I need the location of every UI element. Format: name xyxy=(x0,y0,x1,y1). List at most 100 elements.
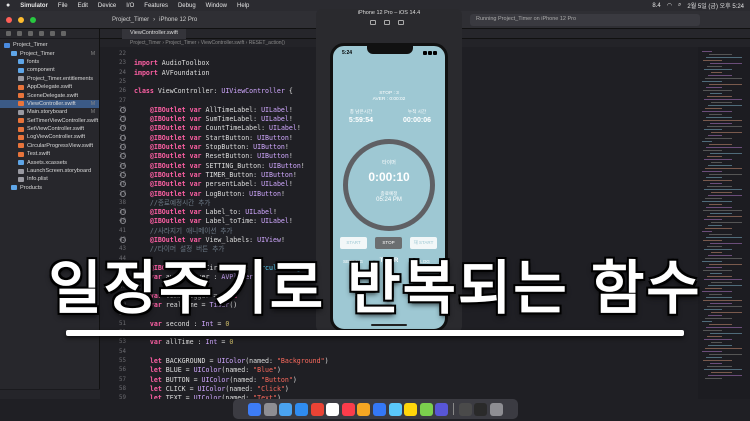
symbol-icon[interactable] xyxy=(28,31,33,36)
menu-window[interactable]: Window xyxy=(206,3,227,9)
navigator-item[interactable]: ViewController.swift M xyxy=(0,99,99,109)
minimap-line xyxy=(704,339,732,340)
outlet-connection-icon[interactable] xyxy=(120,106,126,113)
navigator-item[interactable]: AppDelegate.swift xyxy=(0,83,99,91)
apple-icon[interactable]: ● xyxy=(6,2,10,9)
minimap-line xyxy=(711,222,742,223)
minimap-line xyxy=(706,177,722,178)
code-line[interactable]: class ViewController: UIViewController { xyxy=(134,86,293,96)
search-icon[interactable] xyxy=(39,31,44,36)
minimap-line xyxy=(705,168,742,169)
minimap-line xyxy=(702,231,712,232)
dock-app-icon[interactable] xyxy=(248,402,262,416)
title-underline xyxy=(66,330,684,336)
battery-level[interactable]: 8.4 xyxy=(652,3,660,9)
search-icon[interactable]: ⌕ xyxy=(678,2,681,9)
navigator-item[interactable]: LaunchScreen.storyboard xyxy=(0,167,99,175)
menu-help[interactable]: Help xyxy=(237,3,249,9)
dock-app-icon[interactable] xyxy=(388,402,402,416)
menu-app-name[interactable]: Simulator xyxy=(20,3,48,9)
menu-debug[interactable]: Debug xyxy=(178,3,196,9)
menu-edit[interactable]: Edit xyxy=(78,3,88,9)
warning-icon[interactable] xyxy=(50,31,55,36)
navigator-item[interactable]: fonts xyxy=(0,58,99,66)
minimap-line xyxy=(709,144,732,145)
test-icon[interactable] xyxy=(61,31,66,36)
dock-app-icon[interactable] xyxy=(341,402,355,416)
dock-app-icon[interactable] xyxy=(295,402,309,416)
minimap-line xyxy=(708,225,722,226)
folder-icon[interactable] xyxy=(6,31,11,36)
navigator-item[interactable]: Main.storyboard M xyxy=(0,108,99,116)
minimap-line xyxy=(710,63,742,64)
minimize-window-button[interactable] xyxy=(18,16,24,23)
minimap-line xyxy=(707,126,742,127)
dock-app-icon[interactable] xyxy=(404,402,418,416)
navigator-item[interactable]: Assets.xcassets xyxy=(0,158,99,166)
dock-app-icon[interactable] xyxy=(357,402,371,416)
minimap-line xyxy=(708,375,742,376)
menu-device[interactable]: Device xyxy=(98,3,116,9)
minimap-line xyxy=(708,345,732,346)
outlet-connection-icon[interactable] xyxy=(120,162,126,169)
navigator-filter[interactable] xyxy=(0,389,100,399)
outlet-connection-icon[interactable] xyxy=(120,190,126,197)
simulator-controls xyxy=(370,20,404,25)
average-time: AVER : 0:00:02 xyxy=(372,97,406,102)
scheme-selector[interactable]: Project_Timer › iPhone 12 Pro xyxy=(112,17,197,23)
menu-io[interactable]: I/O xyxy=(126,3,134,9)
outlet-connection-icon[interactable] xyxy=(120,144,126,150)
outlet-connection-icon[interactable] xyxy=(120,171,126,178)
dock-app-icon[interactable] xyxy=(489,402,503,416)
minimap-line xyxy=(703,90,732,91)
navigator-item[interactable]: Project_Timer xyxy=(0,41,99,49)
navigator-item[interactable]: Project_Timer M xyxy=(0,49,99,57)
dock-app-icon[interactable] xyxy=(373,402,386,416)
minimap-line xyxy=(711,132,742,133)
minimap-line xyxy=(709,354,742,355)
navigator-item[interactable]: Products xyxy=(0,184,99,192)
navigator-item[interactable]: LogViewController.swift xyxy=(0,133,99,141)
file-icon xyxy=(18,176,24,182)
minimap-line xyxy=(709,54,732,55)
close-window-button[interactable] xyxy=(6,16,12,23)
navigator-item[interactable]: SceneDelegate.swift xyxy=(0,91,99,99)
dock-app-icon[interactable] xyxy=(458,402,472,416)
scheme-device: iPhone 12 Pro xyxy=(159,16,198,23)
source-control-icon[interactable] xyxy=(17,31,22,36)
navigator-item[interactable]: Project_Timer.entitlements xyxy=(0,75,99,83)
code-line[interactable]: import AVFoundation xyxy=(134,68,209,78)
minimap-line xyxy=(703,210,742,211)
folder-icon xyxy=(11,185,17,191)
dock-app-icon[interactable] xyxy=(419,402,433,416)
dock-app-icon[interactable] xyxy=(474,402,488,416)
navigator-item[interactable]: SetViewController.swift xyxy=(0,125,99,133)
home-icon[interactable] xyxy=(370,20,376,25)
navigator-item[interactable]: SetTimerViewController.swift xyxy=(0,117,99,125)
clock[interactable]: 2월 5일 (금) 오후 5:24 xyxy=(687,1,744,10)
menu-features[interactable]: Features xyxy=(144,3,168,9)
dock-separator xyxy=(452,403,454,415)
dock-app-icon[interactable] xyxy=(435,402,449,416)
screenshot-icon[interactable] xyxy=(384,20,390,25)
minimap[interactable] xyxy=(698,47,750,399)
rotate-icon[interactable] xyxy=(398,20,404,25)
zoom-window-button[interactable] xyxy=(30,16,36,23)
swift-icon xyxy=(18,84,24,90)
navigator-item-label: Test.swift xyxy=(27,151,50,158)
navigator-item[interactable]: Info.plist xyxy=(0,175,99,183)
dock-app-icon[interactable] xyxy=(263,402,277,416)
menu-file[interactable]: File xyxy=(58,3,68,9)
code-line[interactable]: var allTime : Int = 0 xyxy=(134,337,233,347)
navigator-item-label: component xyxy=(27,67,55,74)
navigator-item[interactable]: CircularProgressView.swift xyxy=(0,142,99,150)
navigator-item[interactable]: Test.swift xyxy=(0,150,99,158)
tab-viewcontroller[interactable]: ViewController.swift xyxy=(122,29,186,39)
wifi-icon[interactable]: ◠ xyxy=(667,2,672,9)
outlet-connection-icon[interactable] xyxy=(120,134,126,141)
outlet-connection-icon[interactable] xyxy=(120,237,126,243)
dock-app-icon[interactable] xyxy=(279,402,293,416)
navigator-item[interactable]: component xyxy=(0,66,99,74)
dock-app-icon[interactable] xyxy=(310,402,324,416)
dock-app-icon[interactable] xyxy=(326,402,340,416)
